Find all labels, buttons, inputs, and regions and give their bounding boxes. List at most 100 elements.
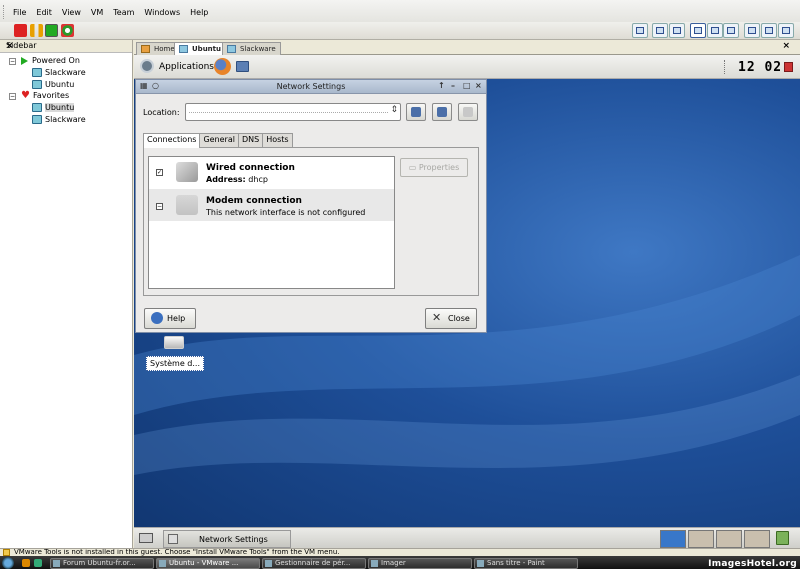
chevron-updown-icon[interactable]: ⇕ [390, 105, 398, 115]
sidebar-header: Sidebar × [0, 40, 132, 53]
watermark: ImagesHotel.org [708, 559, 797, 569]
sidebar-group-favorites[interactable]: ♥ Favorites [21, 90, 70, 100]
warning-icon [3, 549, 10, 556]
tab-label: Ubuntu [192, 45, 221, 53]
tab-general[interactable]: General [199, 133, 239, 147]
edit-location-button[interactable] [432, 103, 452, 121]
workspace-2[interactable] [688, 530, 714, 548]
quicklaunch-icon[interactable] [22, 559, 30, 567]
powered-on-icon [21, 56, 28, 65]
clock[interactable]: 12 02 [738, 60, 782, 75]
vmware-icon [159, 560, 166, 567]
sidebar-item-slackware[interactable]: Slackware [32, 68, 86, 77]
quicklaunch-icon[interactable] [34, 559, 42, 567]
trash-icon[interactable] [776, 531, 789, 545]
host-task-vmware[interactable]: Ubuntu - VMware ... [156, 558, 260, 569]
panel-separator [724, 60, 725, 74]
host-task-device-manager[interactable]: Gestionnaire de pér... [262, 558, 366, 569]
properties-button[interactable]: ▭ Properties [400, 158, 468, 177]
console-view-icon[interactable] [723, 23, 739, 38]
save-location-button[interactable] [406, 103, 426, 121]
drive-icon[interactable] [164, 336, 184, 349]
vm-icon [32, 80, 42, 89]
home-icon [141, 45, 150, 53]
sidebar-item-label: Ubuntu [45, 80, 75, 89]
list-item[interactable]: ✓ Wired connection Address: dhcp [149, 157, 394, 189]
menu-view[interactable]: View [57, 8, 86, 17]
help-button[interactable]: Help [144, 308, 196, 329]
folder-icon[interactable] [236, 61, 249, 72]
tab-bar: Home Ubuntu Slackware × [134, 40, 800, 56]
logout-icon[interactable] [784, 62, 793, 72]
wired-checkbox[interactable]: ✓ [156, 169, 163, 176]
sidebar-group-powered-on[interactable]: Powered On [21, 56, 80, 65]
location-combo[interactable]: ⇕ [185, 103, 401, 121]
sidebar-close-icon[interactable]: × [6, 41, 126, 51]
vm-icon [179, 45, 188, 53]
paint-icon [477, 560, 484, 567]
expand-collapse-icon[interactable]: − [9, 93, 16, 100]
menu-team[interactable]: Team [108, 8, 139, 17]
modem-checkbox[interactable]: − [156, 203, 163, 210]
snapshot-manager-icon[interactable] [669, 23, 685, 38]
tab-dns[interactable]: DNS [237, 133, 264, 147]
workspace-1[interactable] [660, 530, 686, 548]
sidebar-item-ubuntu-favorite[interactable]: Ubuntu [32, 103, 75, 112]
firefox-icon[interactable] [214, 58, 231, 75]
properties-label: Properties [418, 163, 460, 172]
taskbar-button-network-settings[interactable]: Network Settings [163, 530, 291, 548]
pause-icon[interactable] [30, 24, 43, 37]
show-desktop-icon[interactable] [139, 533, 153, 543]
sidebar-item-slackware-favorite[interactable]: Slackware [32, 115, 86, 124]
minimize-icon[interactable]: – [451, 81, 455, 90]
host-task-label: Forum Ubuntu-fr.or... [63, 559, 136, 567]
tab-connections[interactable]: Connections [143, 133, 201, 148]
close-button[interactable]: ✕ Close [425, 308, 477, 329]
host-task-label: Imager [381, 559, 406, 567]
menu-vm[interactable]: VM [86, 8, 108, 17]
sidebar-item-ubuntu[interactable]: Ubuntu [32, 80, 74, 89]
menu-help[interactable]: Help [185, 8, 213, 17]
quick-switch-icon[interactable] [707, 23, 723, 38]
play-icon[interactable] [45, 24, 58, 37]
workspace-4[interactable] [744, 530, 770, 548]
host-task-imager[interactable]: Imager [368, 558, 472, 569]
tab-ubuntu[interactable]: Ubuntu [174, 42, 226, 56]
full-screen-icon[interactable] [744, 23, 760, 38]
vm-icon [32, 103, 42, 112]
workspace-3[interactable] [716, 530, 742, 548]
start-button[interactable] [2, 557, 14, 569]
host-task-forum[interactable]: Forum Ubuntu-fr.or... [50, 558, 154, 569]
delete-location-button[interactable] [458, 103, 478, 121]
revert-snapshot-icon[interactable] [652, 23, 668, 38]
snapshot-icon[interactable] [632, 23, 648, 38]
list-item[interactable]: − Modem connection This network interfac… [149, 189, 394, 221]
expand-collapse-icon[interactable]: − [9, 58, 16, 65]
connection-name: Modem connection [206, 196, 302, 206]
maximize-icon[interactable]: □ [463, 81, 471, 90]
shade-icon[interactable]: ↑ [438, 81, 445, 90]
sidebar-group-label: Favorites [32, 91, 70, 100]
menu-file[interactable]: File [8, 8, 31, 17]
browser-icon [53, 560, 60, 567]
status-text: VMware Tools is not installed in this gu… [14, 548, 340, 556]
tab-hosts[interactable]: Hosts [262, 133, 293, 147]
appliance-view-icon[interactable] [778, 23, 794, 38]
sidebar-toggle-icon[interactable] [690, 23, 706, 38]
close-x-icon: ✕ [432, 311, 442, 324]
desktop-icon-label[interactable]: Système d... [146, 356, 205, 371]
host-task-paint[interactable]: Sans titre - Paint [474, 558, 578, 569]
tab-close-icon[interactable]: × [782, 41, 790, 51]
tab-slackware[interactable]: Slackware [222, 42, 281, 55]
applications-menu[interactable]: Applications [159, 62, 214, 72]
menu-edit[interactable]: Edit [31, 8, 57, 17]
reset-icon[interactable] [61, 24, 74, 37]
gnome-foot-icon[interactable] [140, 59, 154, 73]
dialog-titlebar[interactable]: ▦ ○ Network Settings ↑ – □ × [136, 80, 486, 94]
guest-screen[interactable]: Applications 12 02 ▦ ○ Network Settings … [134, 55, 800, 548]
close-icon[interactable]: × [475, 81, 482, 90]
menu-windows[interactable]: Windows [139, 8, 185, 17]
connection-detail: This network interface is not configured [206, 208, 366, 217]
power-off-icon[interactable] [14, 24, 27, 37]
summary-view-icon[interactable] [761, 23, 777, 38]
